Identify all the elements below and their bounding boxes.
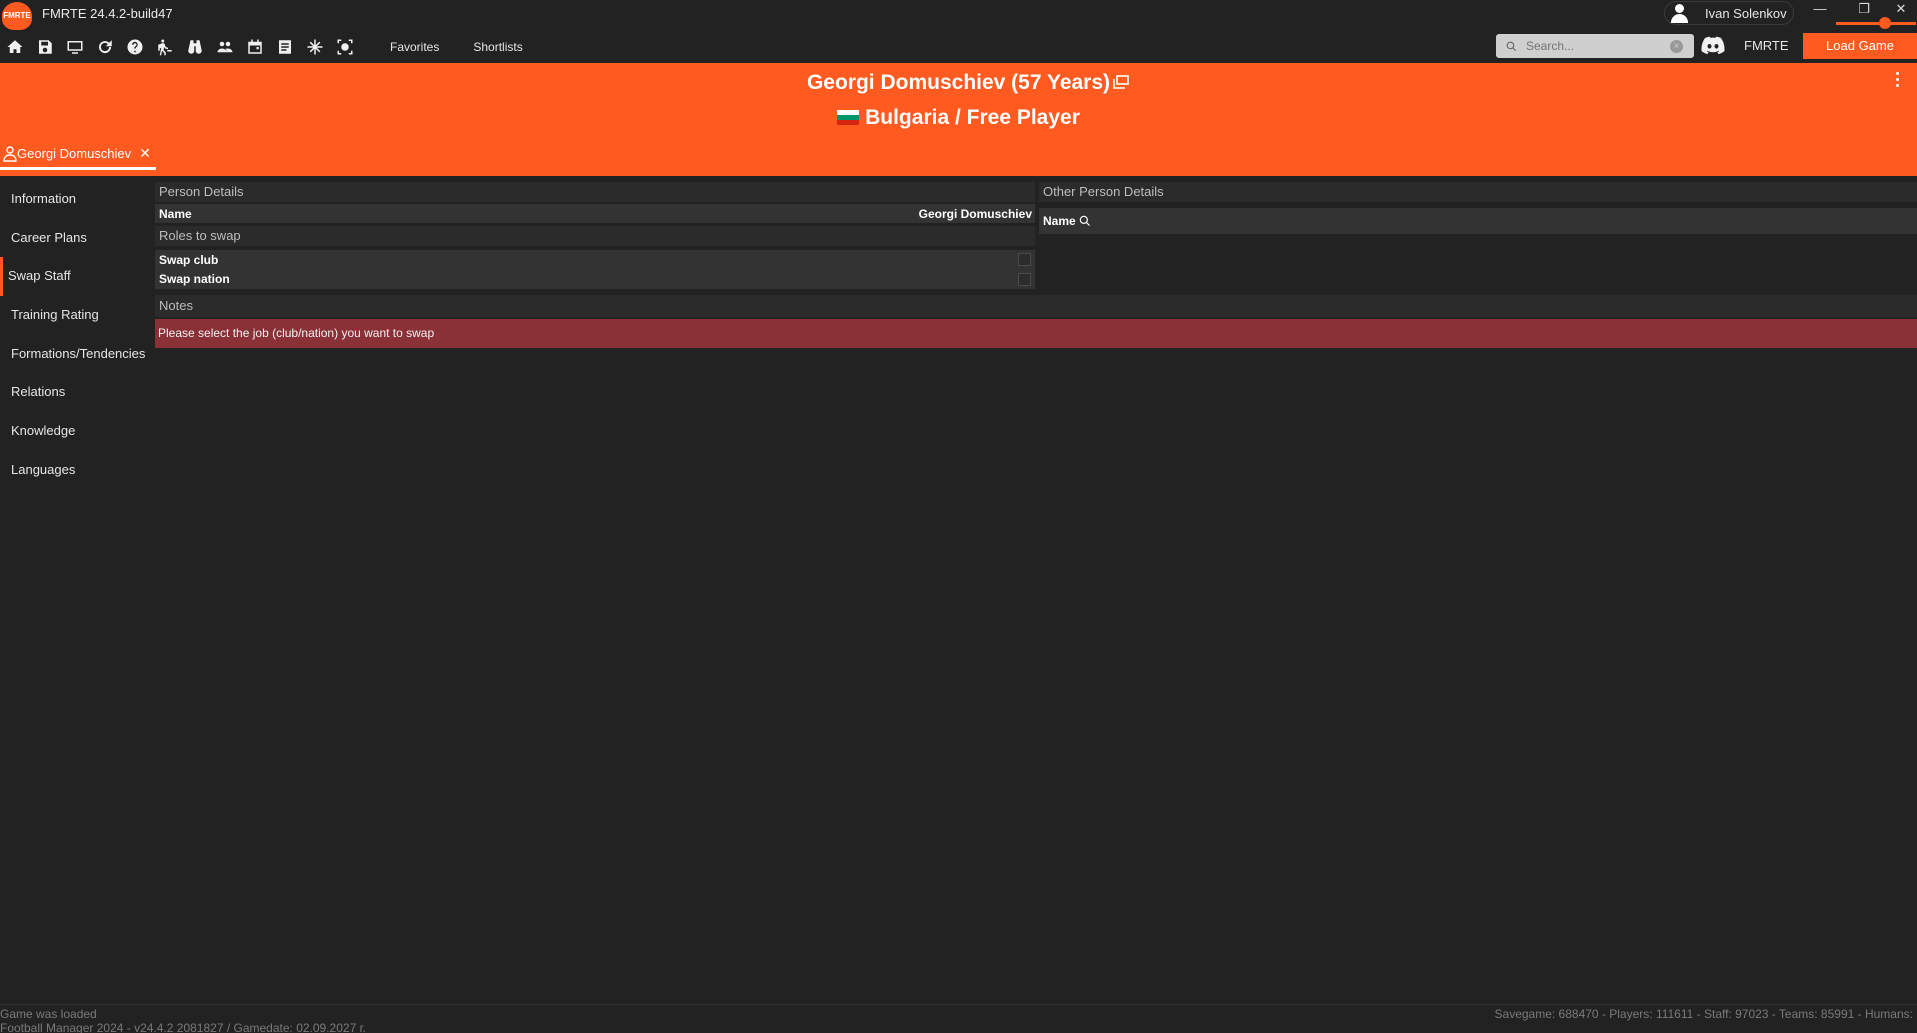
search-icon (1506, 41, 1517, 51)
nation-club-label: Bulgaria / Free Player (865, 106, 1080, 129)
clear-search-icon[interactable]: × (1670, 39, 1683, 53)
status-left: Game was loaded Football Manager 2024 - … (0, 1007, 366, 1033)
other-person-details-header: Other Person Details (1039, 182, 1917, 202)
search-person-icon[interactable] (1078, 214, 1092, 228)
person-name-age: Georgi Domuschiev (57 Years) (806, 71, 1111, 94)
swap-club-row: Swap club (155, 250, 1035, 269)
favorites-link[interactable]: Favorites (390, 40, 439, 54)
sidebar-item-training-rating[interactable]: Training Rating (0, 296, 150, 335)
zoom-slider[interactable] (1836, 22, 1916, 25)
fmrte-link[interactable]: FMRTE (1744, 38, 1789, 53)
savegame-stats: Savegame: 688470 - Players: 111611 - Sta… (1494, 1007, 1913, 1021)
swap-nation-label: Swap nation (159, 272, 230, 286)
notes-alert-message: Please select the job (club/nation) you … (155, 319, 1917, 348)
popout-window-icon[interactable] (1113, 75, 1129, 89)
main-toolbar: Favorites Shortlists (0, 32, 523, 62)
refresh-icon[interactable] (90, 32, 120, 62)
name-value: Georgi Domuschiev (918, 206, 1032, 221)
walking-person-icon[interactable] (150, 32, 180, 62)
sidebar-item-swap-staff[interactable]: Swap Staff (0, 257, 150, 297)
search-box[interactable]: × (1496, 34, 1694, 58)
sidebar-item-languages[interactable]: Languages (0, 451, 150, 490)
close-window-button[interactable]: ✕ (1885, 0, 1917, 20)
discord-icon[interactable] (1701, 35, 1725, 57)
user-account-button[interactable]: Ivan Solenkov (1664, 1, 1794, 25)
save-icon[interactable] (30, 32, 60, 62)
close-tab-icon[interactable]: ✕ (139, 145, 151, 162)
app-logo: FMRTE (2, 2, 32, 30)
more-options-icon[interactable] (1895, 72, 1901, 90)
person-name-row: Name Georgi Domuschiev (155, 204, 1035, 223)
user-name: Ivan Solenkov (1705, 5, 1787, 21)
person-icon (3, 145, 17, 162)
person-tab[interactable]: Georgi Domuschiev ✕ (0, 140, 156, 170)
sidebar-item-career-plans[interactable]: Career Plans (0, 219, 150, 258)
load-game-button[interactable]: Load Game (1803, 33, 1917, 59)
user-icon (1669, 2, 1691, 24)
person-details-header: Person Details (155, 182, 1035, 202)
sidebar-item-knowledge[interactable]: Knowledge (0, 412, 150, 451)
title-bar: FMRTE FMRTE 24.4.2-build47 Ivan Solenkov… (0, 0, 1917, 63)
notes-header: Notes (155, 295, 1917, 317)
sidebar-item-formations-tendencies[interactable]: Formations/Tendencies (0, 335, 150, 374)
people-icon[interactable] (210, 32, 240, 62)
person-tab-label: Georgi Domuschiev (17, 146, 132, 161)
zoom-slider-handle[interactable] (1879, 17, 1891, 29)
swap-club-checkbox[interactable] (1018, 253, 1031, 266)
bulgaria-flag-icon (837, 110, 860, 125)
screenshot-icon[interactable] (330, 32, 360, 62)
help-icon[interactable] (120, 32, 150, 62)
game-version-info: Football Manager 2024 - v24.4.2 2081827 … (0, 1021, 366, 1033)
person-header: Georgi Domuschiev (57 Years) Bulgaria / … (0, 63, 1917, 176)
swap-nation-checkbox[interactable] (1018, 272, 1031, 286)
minimize-button[interactable]: — (1800, 0, 1840, 20)
swap-nation-row: Swap nation (155, 269, 1035, 289)
search-input[interactable] (1526, 39, 1666, 53)
sidebar-item-information[interactable]: Information (0, 180, 150, 219)
list-icon[interactable] (270, 32, 300, 62)
snowflake-icon[interactable] (300, 32, 330, 62)
app-title: FMRTE 24.4.2-build47 (42, 6, 173, 21)
calendar-icon[interactable] (240, 32, 270, 62)
home-icon[interactable] (0, 32, 30, 62)
swap-club-label: Swap club (159, 252, 219, 267)
status-message: Game was loaded (0, 1007, 97, 1021)
status-bar: Game was loaded Football Manager 2024 - … (0, 1004, 1917, 1033)
person-subtitle: Bulgaria / Free Player (0, 106, 1917, 130)
person-sidebar: Information Career Plans Swap Staff Trai… (0, 180, 150, 490)
person-title: Georgi Domuschiev (57 Years) (0, 71, 1917, 95)
other-person-name-row: Name (1039, 208, 1917, 234)
name-label: Name (159, 206, 192, 221)
roles-to-swap-header: Roles to swap (155, 226, 1035, 246)
shortlists-link[interactable]: Shortlists (473, 40, 522, 54)
binoculars-icon[interactable] (180, 32, 210, 62)
other-name-label: Name (1043, 214, 1076, 228)
restore-button[interactable]: ❐ (1844, 0, 1884, 20)
sidebar-item-relations[interactable]: Relations (0, 373, 150, 412)
monitor-icon[interactable] (60, 32, 90, 62)
